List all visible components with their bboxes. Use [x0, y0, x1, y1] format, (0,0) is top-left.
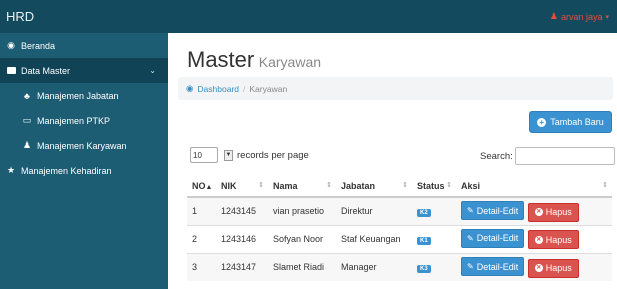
detail-edit-button[interactable]: ✎ Detail-Edit	[461, 228, 525, 248]
cell-aksi: ✎ Detail-Edit ✕ Hapus	[456, 252, 612, 281]
times-circle-icon: ✕	[534, 235, 543, 244]
breadcrumb-dashboard-link[interactable]: Dashboard	[197, 84, 239, 94]
caret-down-icon: ▾	[605, 13, 609, 21]
sort-icon: ⇕	[258, 182, 264, 189]
add-new-button[interactable]: + Tambah Baru	[529, 111, 612, 133]
folder-icon	[6, 66, 16, 76]
cell-no: 3	[187, 252, 216, 281]
status-badge: K1	[417, 236, 431, 245]
delete-button[interactable]: ✕ Hapus	[527, 258, 579, 278]
cell-no: 1	[187, 196, 216, 225]
sidebar-item-manajemen-kehadiran[interactable]: ★ Manajemen Kehadiran	[0, 158, 168, 183]
app-brand[interactable]: HRD	[6, 9, 34, 24]
cell-aksi: ✎ Detail-Edit ✕ Hapus	[456, 224, 612, 253]
cell-nama: Sofyan Noor	[268, 224, 336, 253]
table-row: 1 1243145 vian prasetio Direktur K2 ✎ Det…	[187, 196, 612, 225]
card-icon: ▭	[22, 115, 32, 125]
column-header-no[interactable]: NO▲	[187, 175, 216, 198]
page-header: Master Karyawan	[187, 47, 321, 73]
times-circle-icon: ✕	[534, 264, 543, 272]
detail-edit-button[interactable]: ✎ Detail-Edit	[461, 201, 525, 220]
cell-nik: 1243146	[216, 224, 268, 253]
sitemap-icon: ♣	[24, 90, 30, 101]
add-new-label: Tambah Baru	[550, 117, 604, 127]
cell-jabatan: Direktur	[336, 196, 412, 225]
cell-no: 2	[187, 224, 216, 253]
cell-jabatan: Staf Keuangan	[336, 224, 412, 253]
cell-nama: vian prasetio	[268, 196, 336, 225]
times-circle-icon: ✕	[534, 208, 543, 216]
status-badge: K2	[417, 208, 431, 217]
search-input[interactable]	[514, 147, 615, 165]
page-size-select[interactable]: 10	[190, 147, 218, 163]
column-header-aksi[interactable]: Aksi ⇕	[456, 175, 612, 198]
sidebar-item-beranda[interactable]: ◉ Beranda	[0, 33, 168, 58]
users-icon: ♟	[22, 140, 32, 150]
star-icon: ★	[6, 165, 16, 175]
cell-jabatan: Manager	[336, 252, 412, 281]
status-badge: K3	[417, 264, 431, 273]
records-per-page-control: 10 ▼ records per page	[190, 147, 309, 163]
user-icon: ♟	[549, 11, 558, 21]
table-row: 3 1243147 Slamet Riadi Manager K3 ✎ Detai…	[187, 252, 612, 281]
column-header-nik[interactable]: NIK ⇕	[216, 175, 268, 198]
sort-icon: ⇕	[326, 182, 332, 189]
sidebar-item-label: Data Master	[21, 65, 71, 76]
sidebar: ◉ Beranda Data Master ⌄ ♣ Manajemen Jaba…	[0, 33, 168, 289]
dropdown-arrow-icon[interactable]: ▼	[224, 149, 233, 161]
cell-aksi: ✎ Detail-Edit ✕ Hapus	[456, 196, 612, 225]
table-header-row: NO▲ NIK ⇕ Nama ⇕ Jabatan ⇕ Status ⇕ Aksi ⇕	[187, 175, 612, 198]
user-menu[interactable]: ♟ arvan jaya ▾	[550, 11, 609, 22]
plus-circle-icon: +	[537, 117, 547, 127]
sort-icon: ⇕	[402, 182, 408, 189]
page-subtitle: Karyawan	[258, 54, 322, 70]
sidebar-item-label: Manajemen PTKP	[37, 115, 111, 126]
sidebar-item-label: Manajemen Karyawan	[37, 140, 127, 151]
user-name: arvan jaya	[560, 11, 603, 22]
delete-button[interactable]: ✕ Hapus	[527, 202, 579, 222]
sidebar-item-label: Beranda	[21, 40, 56, 51]
cell-status: K1	[412, 224, 456, 253]
column-header-status[interactable]: Status ⇕	[412, 175, 456, 198]
cell-nik: 1243147	[216, 252, 268, 281]
dashboard-icon: ◉	[186, 83, 194, 93]
main-content: Master Karyawan ◉ Dashboard / Karyawan +…	[168, 33, 617, 289]
top-navbar: HRD ♟ arvan jaya ▾	[0, 0, 617, 33]
table-row: 2 1243146 Sofyan Noor Staf Keuangan K1 ✎…	[187, 224, 612, 253]
cell-status: K2	[412, 196, 456, 225]
sort-icon: ⇕	[446, 182, 452, 189]
column-header-nama[interactable]: Nama ⇕	[268, 175, 336, 198]
cell-nik: 1243145	[216, 196, 268, 225]
sidebar-item-manajemen-karyawan[interactable]: ♟ Manajemen Karyawan	[0, 133, 168, 158]
edit-icon: ✎	[467, 262, 474, 271]
search-control: Search:	[480, 147, 615, 165]
sidebar-item-manajemen-jabatan[interactable]: ♣ Manajemen Jabatan	[0, 83, 168, 108]
sidebar-item-label: Manajemen Kehadiran	[21, 165, 112, 176]
sidebar-item-manajemen-ptkp[interactable]: ▭ Manajemen PTKP	[0, 108, 168, 133]
employee-table: NO▲ NIK ⇕ Nama ⇕ Jabatan ⇕ Status ⇕ Aksi ⇕ 1 …	[187, 175, 612, 281]
breadcrumb-separator: /	[243, 83, 246, 94]
search-label: Search:	[480, 150, 513, 162]
page-title: Master	[187, 47, 255, 72]
sort-icon: ⇕	[602, 182, 608, 189]
breadcrumb: ◉ Dashboard / Karyawan	[178, 77, 613, 100]
chevron-down-icon: ⌄	[149, 66, 156, 75]
cell-status: K3	[412, 252, 456, 281]
column-header-jabatan[interactable]: Jabatan ⇕	[336, 175, 412, 198]
breadcrumb-current: Karyawan	[249, 83, 288, 94]
edit-icon: ✎	[467, 206, 474, 215]
delete-button[interactable]: ✕ Hapus	[527, 230, 579, 250]
page-size-value: 10	[193, 150, 202, 160]
detail-edit-button[interactable]: ✎ Detail-Edit	[461, 257, 525, 276]
sidebar-item-label: Manajemen Jabatan	[37, 90, 119, 101]
edit-icon: ✎	[467, 233, 474, 243]
records-per-page-label: records per page	[237, 149, 309, 161]
sidebar-item-data-master[interactable]: Data Master ⌄	[0, 58, 168, 83]
cell-nama: Slamet Riadi	[268, 252, 336, 281]
dashboard-icon: ◉	[7, 40, 15, 50]
